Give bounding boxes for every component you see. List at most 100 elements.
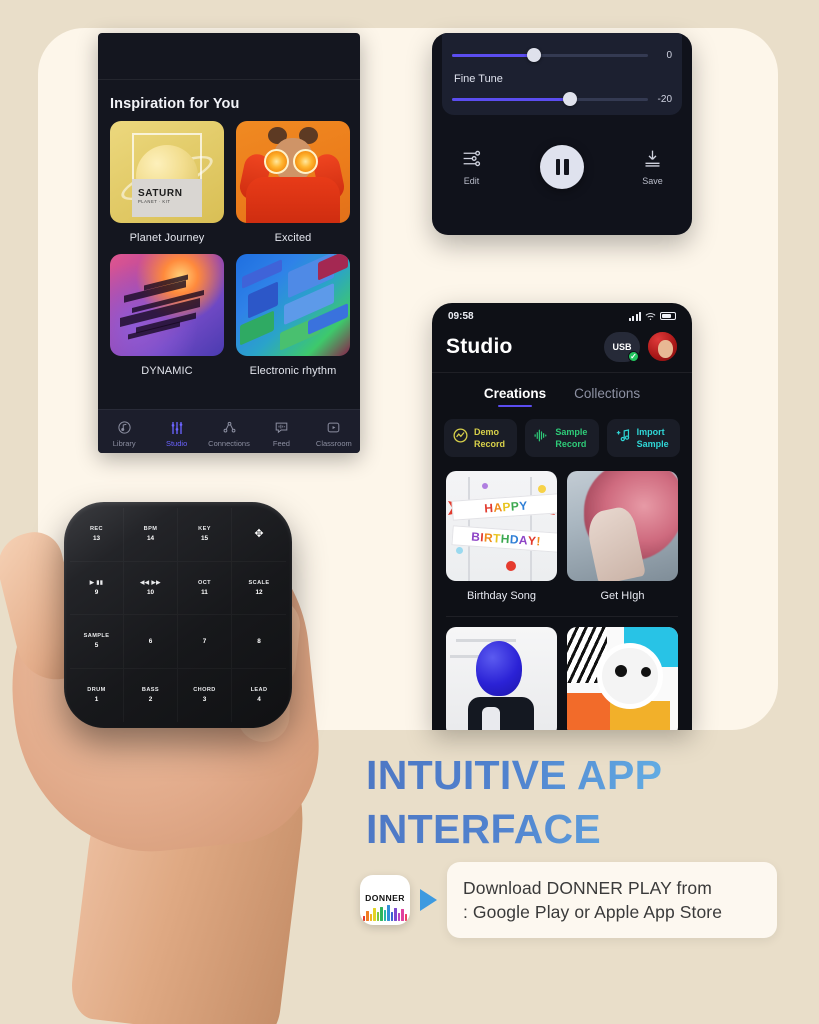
sample-record-line1: Sample [555,427,588,437]
tab-creations[interactable]: Creations [484,386,546,409]
creation-card[interactable] [567,627,678,730]
pad-6[interactable]: 6 [124,615,178,669]
avatar[interactable] [647,331,678,362]
save-button[interactable]: Save [642,148,663,186]
pause-button[interactable] [540,145,584,189]
cake-stick [530,477,532,581]
demo-record-line2: Record [474,439,506,449]
pad-number: 14 [146,535,155,543]
music-note-circle-icon [117,419,132,436]
equalizer-icon [461,148,482,171]
creation-card[interactable] [446,627,557,730]
pad-lead[interactable]: LEAD 4 [232,669,286,723]
fine-tune-slider-knob[interactable] [562,92,577,106]
pad-scale[interactable]: SCALE 12 [232,562,286,616]
edit-button[interactable]: Edit [461,148,482,186]
bottom-navigation-bar: Library Studio Connections Feed Classroo… [98,409,360,453]
red-sweater [246,177,340,223]
pad-number: 7 [202,637,207,645]
tab-collections[interactable]: Collections [574,386,640,409]
pad-number: 4 [257,696,261,704]
transport-controls: Edit Save [432,145,692,189]
blue-balloon [476,641,522,696]
pad-number: 2 [148,696,153,704]
nav-label: Connections [208,439,250,448]
pad-chord[interactable]: CHORD 3 [178,669,232,723]
nav-label: Classroom [315,439,352,448]
pad-label: REC [89,526,103,533]
pad-7[interactable]: 7 [178,615,232,669]
demo-record-button[interactable]: Demo Record [444,419,518,457]
nav-label: Feed [272,439,290,448]
pad-oct[interactable]: OCT 11 [178,562,232,616]
pad-rec[interactable]: REC 13 [70,508,124,562]
nav-item-feed[interactable]: Feed [255,419,307,448]
pitch-slider-knob[interactable] [527,48,542,62]
pad-number: 15 [200,535,209,543]
pad-play-pause[interactable]: ▶ ▮▮ 9 [70,562,124,616]
poster-subtitle: PLANET · KIT [138,199,171,204]
pad-drum[interactable]: DRUM 1 [70,669,124,723]
network-nodes-icon [222,419,237,436]
inspiration-card[interactable]: SATURN PLANET · KIT Planet Journey [110,121,224,244]
creation-card[interactable]: HAPPY B I R T H D A Y! Birthday Song [446,471,557,602]
pad-number: 9 [94,588,99,596]
nav-label: Studio [165,439,188,448]
pad-mode[interactable]: ✥ [232,508,286,562]
shirt-sleeve [482,707,500,730]
donner-app-icon[interactable]: DONNER [360,875,410,925]
status-time: 09:58 [448,310,474,322]
inspiration-card-label: Excited [274,232,312,244]
nav-item-studio[interactable]: Studio [150,419,202,448]
pad-number: 8 [257,637,261,645]
slider-card: 0 Fine Tune -20 [442,33,682,115]
pad-label: LEAD [250,687,268,694]
face-outline [597,643,663,709]
sample-record-line2: Record [555,439,587,449]
nav-item-classroom[interactable]: Classroom [308,419,360,448]
nav-item-connections[interactable]: Connections [203,419,255,448]
inspiration-card[interactable]: Electronic rhythm [236,254,350,377]
pad-bpm[interactable]: BPM 14 [124,508,178,562]
pink-hair-portrait-art [567,471,678,581]
top-divider [98,79,360,80]
happy-birthday-art: HAPPY B I R T H D A Y! [446,471,557,581]
avatar-face [658,340,673,358]
nav-item-library[interactable]: Library [98,419,150,448]
pad-bass[interactable]: BASS 2 [124,669,178,723]
pad-8[interactable]: 8 [232,615,286,669]
pitch-slider-track[interactable] [452,48,648,62]
inspiration-section-title: Inspiration for You [110,96,240,112]
usb-status-badge[interactable]: USB ✓ [604,331,640,362]
pad-number: 11 [201,588,208,596]
inspiration-card[interactable]: DYNAMIC [110,254,224,377]
creation-label: Get HIgh [600,590,645,602]
status-icons [628,311,676,321]
headline-line-1: INTUITIVE APP [366,752,663,798]
pad-sample[interactable]: SAMPLE 5 [70,615,124,669]
pitch-slider-fill [452,53,535,57]
hand-gesture-icon: ✥ [254,527,264,540]
pad-label: ▶ ▮▮ [89,579,104,586]
pad-grid: REC 13 BPM 14 KEY 15 ✥ ▶ ▮▮ 9 ◀◀ ▶▶ 10 O… [70,508,286,722]
sample-record-button[interactable]: Sample Record [525,419,599,457]
fine-tune-slider-track[interactable] [452,92,648,106]
import-sample-button[interactable]: Import Sample [606,419,680,457]
page-title: Studio [446,334,513,358]
pad-prev-next[interactable]: ◀◀ ▶▶ 10 [124,562,178,616]
confetti-dot [482,483,488,489]
app-brand-label: DONNER [365,893,405,903]
edit-label: Edit [463,176,480,186]
pad-key[interactable]: KEY 15 [178,508,232,562]
midi-pad-controller[interactable]: REC 13 BPM 14 KEY 15 ✥ ▶ ▮▮ 9 ◀◀ ▶▶ 10 O… [64,502,292,728]
pad-number: 12 [255,588,263,596]
import-sample-label: Import Sample [637,426,669,450]
play-square-icon [326,419,341,436]
play-triangle-icon [420,889,437,911]
inspiration-card[interactable]: Excited [236,121,350,244]
pad-label: ◀◀ ▶▶ [140,579,161,586]
demo-record-label: Demo Record [474,426,505,450]
creation-card[interactable]: Get HIgh [567,471,678,602]
download-cta-box[interactable]: Download DONNER PLAY from : Google Play … [447,862,777,938]
import-sample-line2: Sample [636,439,669,449]
